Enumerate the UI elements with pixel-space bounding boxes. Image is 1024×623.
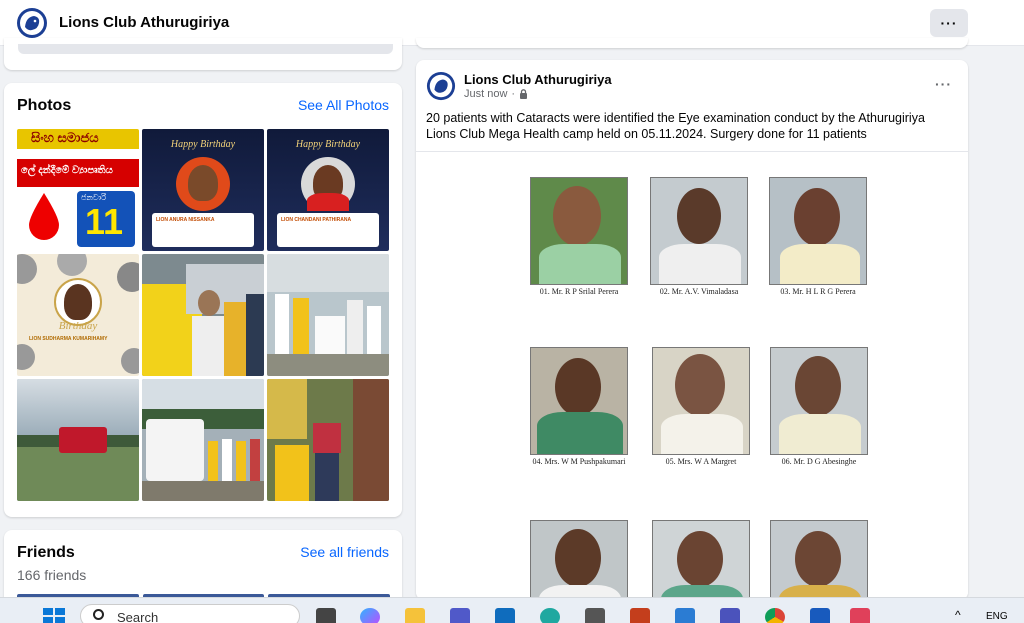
post-options-button[interactable]: ··· — [935, 76, 952, 92]
snipping-tool-icon[interactable] — [850, 608, 870, 623]
windows-taskbar: Search ^ ENG — [0, 597, 1024, 623]
patient-caption: 04. Mrs. W M Pushpakumari — [532, 457, 626, 466]
patient-caption: 03. Mr. H L R G Perera — [780, 287, 856, 296]
friends-heading: Friends — [17, 544, 75, 561]
photo-tile[interactable] — [142, 254, 264, 376]
birthday-name: LION ANURA NISSANKA — [156, 217, 215, 223]
word-icon[interactable] — [810, 608, 830, 623]
store-icon[interactable] — [675, 608, 695, 623]
photo-tile[interactable] — [142, 379, 264, 501]
patient-caption: 05. Mrs. W A Margret — [665, 457, 737, 466]
lock-icon — [520, 89, 528, 99]
birthday-name: LION SUDHARMA KUMARIHAMY — [29, 336, 108, 342]
search-icon — [93, 609, 104, 620]
page-scrollbar[interactable] — [1013, 46, 1024, 596]
taskbar-search[interactable]: Search — [80, 604, 300, 623]
search-placeholder: Search — [117, 610, 159, 623]
birthday-heading: Happy Birthday — [295, 139, 361, 150]
post-meta: Just now · — [464, 88, 528, 100]
photos-grid: සිංහ සමාජය ලේ දන්දීමේ ව්‍යාපෘතිය ජනවාරි … — [17, 129, 390, 501]
previous-post-bottom — [416, 38, 968, 48]
patient-photo: 04. Mrs. W M Pushpakumari — [530, 347, 628, 466]
author-avatar[interactable] — [426, 71, 456, 101]
birthday-heading: Happy Birthday — [170, 139, 236, 150]
blood-drop-icon — [29, 193, 59, 240]
chrome-icon[interactable] — [765, 608, 785, 623]
post-text: 20 patients with Cataracts were identifi… — [426, 111, 925, 141]
file-explorer-icon[interactable] — [405, 608, 425, 623]
birthday-heading: Birthday — [58, 320, 98, 332]
lions-logo-icon[interactable] — [16, 7, 48, 39]
photo-tile[interactable]: Birthday LION SUDHARMA KUMARIHAMY — [17, 254, 139, 376]
intro-card-bottom — [4, 38, 402, 70]
photo-tile[interactable]: සිංහ සමාජය ලේ දන්දීමේ ව්‍යාපෘතිය ජනවාරි … — [17, 129, 139, 251]
language-indicator[interactable]: ENG — [986, 611, 1008, 622]
photo-tile[interactable]: Happy Birthday LION ANURA NISSANKA — [142, 129, 264, 251]
chevron-up-icon[interactable]: ^ — [955, 608, 961, 622]
patient-photo — [652, 520, 750, 600]
patient-photo — [530, 520, 628, 600]
friends-count: 166 friends — [17, 567, 87, 583]
copilot-icon[interactable] — [360, 608, 380, 623]
patient-photo — [770, 520, 868, 600]
task-view-icon[interactable] — [316, 608, 336, 623]
poster-day: 11 — [85, 201, 124, 242]
patient-caption: 02. Mr. A.V. Vimaladasa — [659, 287, 739, 296]
teams-icon[interactable] — [450, 608, 470, 623]
outlook-icon[interactable] — [495, 608, 515, 623]
page-title[interactable]: Lions Club Athurugiriya — [59, 14, 229, 31]
patient-photo: 03. Mr. H L R G Perera — [769, 177, 867, 296]
post-card: Lions Club Athurugiriya Just now · ··· 2… — [416, 60, 968, 600]
patient-caption: 06. Mr. D G Abesinghe — [781, 457, 857, 466]
photo-tile[interactable] — [267, 254, 389, 376]
teams-work-icon[interactable] — [720, 608, 740, 623]
more-options-button[interactable]: ··· — [930, 9, 968, 37]
windows-start-icon[interactable] — [43, 608, 65, 623]
photos-card: Photos See All Photos සිංහ සමාජය ලේ දන්ද… — [4, 83, 402, 517]
patient-caption: 01. Mr. R P Srilal Perera — [539, 287, 619, 296]
post-author[interactable]: Lions Club Athurugiriya — [464, 72, 612, 87]
edge-icon[interactable] — [540, 608, 560, 623]
post-time[interactable]: Just now — [464, 88, 507, 100]
photo-tile[interactable] — [267, 379, 389, 501]
post-image[interactable]: 01. Mr. R P Srilal Perera 02. Mr. A.V. V… — [416, 151, 968, 600]
photo-tile[interactable] — [17, 379, 139, 501]
powerpoint-icon[interactable] — [630, 608, 650, 623]
patient-photo: 02. Mr. A.V. Vimaladasa — [650, 177, 748, 296]
patient-photo: 01. Mr. R P Srilal Perera — [530, 177, 628, 296]
see-all-friends-link[interactable]: See all friends — [300, 544, 389, 560]
patient-photo: 06. Mr. D G Abesinghe — [770, 347, 868, 466]
see-all-photos-link[interactable]: See All Photos — [298, 97, 389, 113]
poster-title: සිංහ සමාජය — [31, 130, 99, 145]
birthday-name: LION CHANDANI PATHIRANA — [281, 217, 352, 223]
photo-tile[interactable]: Happy Birthday LION CHANDANI PATHIRANA — [267, 129, 389, 251]
poster-subtitle: ලේ දන්දීමේ ව්‍යාපෘතිය — [21, 165, 113, 176]
camera-icon[interactable] — [585, 608, 605, 623]
dot-separator: · — [511, 88, 516, 100]
photos-heading: Photos — [17, 97, 72, 114]
patient-photo: 05. Mrs. W A Margret — [652, 347, 750, 466]
